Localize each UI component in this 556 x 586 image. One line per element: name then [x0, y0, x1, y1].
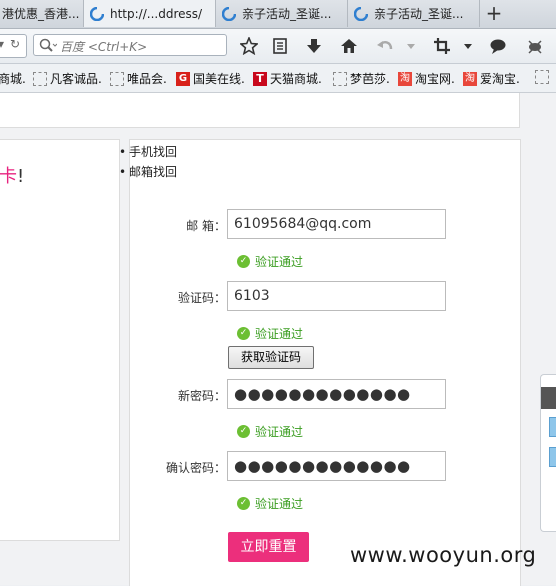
left-panel: 卡!	[0, 139, 120, 541]
verification-code-field[interactable]: 6103	[227, 281, 446, 311]
bookmark-item[interactable]: 唯品会.	[110, 70, 167, 87]
tab-strip: 港优惠_香港... http://...ddress/ 亲子活动_圣诞... 亲…	[0, 0, 556, 29]
recovery-method-list: 手机找回 邮箱找回	[119, 142, 177, 182]
reload-icon[interactable]: ↻	[10, 37, 20, 51]
tmall-logo-icon: T	[253, 71, 267, 86]
search-box[interactable]: 百度 <Ctrl+K>	[33, 34, 227, 56]
taobao-logo-icon: 淘	[398, 71, 412, 86]
new-tab-button[interactable]: +	[482, 2, 506, 26]
bookmark-item[interactable]: 梦芭莎.	[333, 70, 390, 87]
tab-2-active[interactable]: http://...ddress/	[84, 0, 216, 27]
side-tools-header	[541, 387, 556, 409]
confirm-password-ok-message: ✓ 验证通过	[237, 495, 303, 512]
checkmark-icon: ✓	[237, 425, 250, 438]
watermark: www.wooyun.org	[350, 543, 537, 567]
bookmark-item[interactable]: 商城.	[0, 70, 26, 87]
header-box	[0, 93, 520, 128]
checkmark-icon: ✓	[237, 327, 250, 340]
dropdown-arrow-icon[interactable]: ▾	[0, 37, 4, 51]
tab-title: 亲子活动_圣诞...	[242, 7, 332, 21]
checkmark-icon: ✓	[237, 497, 250, 510]
reset-now-button[interactable]: 立即重置	[228, 532, 309, 562]
crop-dropdown-icon[interactable]	[459, 37, 477, 55]
page-content: 卡! 手机找回 邮箱找回 邮 箱： 61095684@qq.com ✓ 验证通过…	[0, 93, 556, 586]
confirm-password-field[interactable]: ●●●●●●●●●●●●●	[227, 451, 446, 481]
undo-dropdown-icon[interactable]	[402, 37, 420, 55]
recovery-method-phone[interactable]: 手机找回	[119, 142, 177, 162]
extension-icon[interactable]	[526, 37, 544, 55]
search-icon	[39, 38, 57, 52]
checkmark-icon: ✓	[237, 255, 250, 268]
search-placeholder: 百度 <Ctrl+K>	[60, 40, 148, 54]
new-password-ok-message: ✓ 验证通过	[237, 423, 303, 440]
download-icon[interactable]	[305, 37, 323, 55]
tab-title: http://...ddress/	[110, 6, 203, 21]
get-code-button[interactable]: 获取验证码	[228, 346, 314, 369]
undo-icon[interactable]	[376, 37, 394, 55]
tab-4[interactable]: 亲子活动_圣诞...	[348, 0, 480, 27]
bookmark-item[interactable]	[535, 70, 552, 84]
new-password-label: 新密码：	[177, 389, 226, 403]
crop-icon[interactable]	[433, 37, 451, 55]
bookmark-item[interactable]: 凡客诚品.	[33, 70, 102, 87]
recovery-method-email[interactable]: 邮箱找回	[119, 162, 177, 182]
page-favicon-icon	[222, 6, 236, 21]
reset-form-panel: 手机找回 邮箱找回	[119, 139, 521, 586]
bookmark-icon	[33, 71, 47, 86]
code-ok-message: ✓ 验证通过	[237, 325, 303, 342]
headline: 卡!	[0, 166, 25, 187]
new-password-field[interactable]: ●●●●●●●●●●●●●	[227, 379, 446, 409]
side-tool-button[interactable]	[549, 417, 556, 437]
page-favicon-icon	[354, 6, 368, 21]
bookmark-star-icon[interactable]	[240, 37, 258, 55]
side-tool-button[interactable]	[549, 447, 556, 467]
code-label: 验证码：	[177, 291, 226, 305]
bookmark-item[interactable]: 淘爱淘宝.	[463, 70, 520, 87]
email-field[interactable]: 61095684@qq.com	[227, 209, 446, 239]
gome-logo-icon: G	[176, 71, 190, 86]
bookmark-item[interactable]: 淘淘宝网.	[398, 70, 455, 87]
tab-title: 港优惠_香港...	[2, 7, 80, 21]
chat-icon[interactable]	[489, 37, 507, 55]
bookmark-icon	[333, 71, 347, 86]
home-icon[interactable]	[340, 37, 358, 55]
bookmark-icon	[535, 70, 549, 84]
bookmark-icon	[110, 71, 124, 86]
side-tools-panel	[540, 374, 556, 532]
tab-3[interactable]: 亲子活动_圣诞...	[216, 0, 348, 27]
tab-1[interactable]: 港优惠_香港...	[0, 0, 84, 27]
confirm-password-label: 确认密码：	[165, 461, 226, 475]
bookmark-item[interactable]: T 天猫商城.	[253, 70, 322, 87]
bookmark-item[interactable]: G 国美在线.	[176, 70, 245, 87]
page-favicon-icon	[90, 6, 104, 21]
email-label: 邮 箱：	[186, 219, 226, 233]
bookmarks-bar: 商城. 凡客诚品. 唯品会. G 国美在线. T 天猫商城. 梦芭莎. 淘淘宝网. …	[0, 64, 556, 93]
tab-title: 亲子活动_圣诞...	[374, 7, 464, 21]
email-ok-message: ✓ 验证通过	[237, 253, 303, 270]
taobao-logo-icon: 淘	[463, 71, 477, 86]
address-bar-fragment[interactable]: ▾ ↻	[0, 34, 27, 58]
navigation-bar: ▾ ↻ 百度 <Ctrl+K>	[0, 29, 556, 64]
reading-list-icon[interactable]	[271, 37, 289, 55]
